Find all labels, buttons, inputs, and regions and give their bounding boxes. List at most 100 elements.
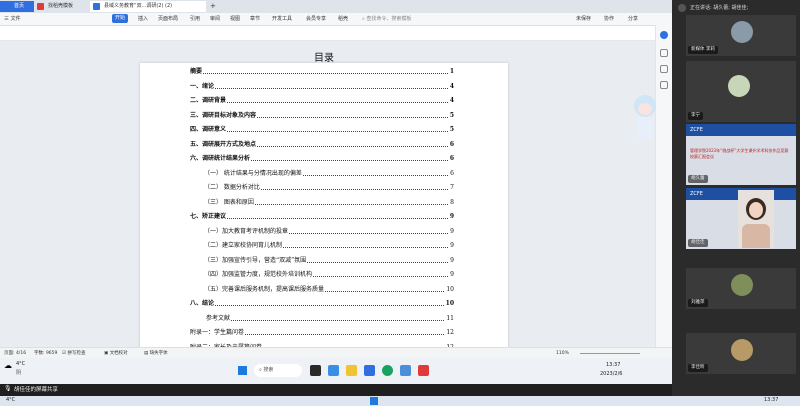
participant-tile[interactable]: 李佳昕: [686, 333, 796, 374]
toc-entry[interactable]: （三） 图表和原因 8: [140, 197, 508, 208]
toc-entry-title: （二）建立家校协同育儿机制: [204, 241, 284, 251]
settings-icon[interactable]: [660, 49, 668, 57]
document-page: 目录 摘要 1 一、绪论 4 二、调研背景 4 三、调研目标对象及内容 5 四、调研意义 5 五、调…: [140, 53, 508, 384]
start-button-icon[interactable]: [370, 397, 378, 405]
participant-name: 胡久蕾: [688, 175, 708, 183]
zoom-slider[interactable]: [580, 353, 640, 354]
toc-entry[interactable]: 三、调研目标对象及内容 5: [140, 110, 508, 121]
toc-entry[interactable]: 四、调研意义 5: [140, 125, 508, 135]
toc-entry-title: 五、调研展开方式及地点: [190, 139, 258, 150]
taskbar-search[interactable]: ⌕ 搜索: [254, 364, 302, 377]
toc-entry-title: 六、调研统计结果分析: [190, 154, 252, 164]
location-icon[interactable]: [660, 31, 668, 39]
menu-review[interactable]: 审阅: [210, 13, 220, 25]
menu-view[interactable]: 视图: [230, 13, 240, 25]
clock-date: 2023/2/6: [600, 371, 623, 377]
menu-chapter[interactable]: 章节: [250, 13, 260, 25]
toc-entry[interactable]: 参考文献 11: [140, 313, 508, 324]
tab-document[interactable]: 县域义务教育“双...调研(2) (2): [90, 1, 206, 12]
start-button-icon[interactable]: [238, 366, 247, 375]
taskbar-search-label: 搜索: [263, 367, 274, 373]
camera-video: [738, 190, 774, 248]
menu-insert[interactable]: 插入: [138, 13, 148, 25]
toc-entry[interactable]: 附录一：学生篇问卷 12: [140, 328, 508, 338]
toc-entry-title: 二、调研背景: [190, 96, 228, 106]
toc-entry-page: 4: [448, 81, 454, 92]
filter-icon[interactable]: [660, 81, 668, 89]
toc-entry-title: （一）加大教育考评机制的投章: [204, 226, 290, 237]
participant-tile[interactable]: 新媒体 李莉: [686, 15, 796, 56]
toc-entry[interactable]: 二、调研背景 4: [140, 96, 508, 106]
toc-entry-title: 附录一：学生篇问卷: [190, 328, 246, 338]
participant-tile[interactable]: ZCFE 管理学院2023年“挑战杯”大学生课外学术科技作品竞赛校赛汇报会议 胡…: [686, 124, 796, 185]
unsaved-status[interactable]: 未保存: [576, 13, 591, 25]
menu-references[interactable]: 引用: [190, 13, 200, 25]
weather-desc: 阴: [16, 370, 22, 376]
menu-layout[interactable]: 页面布局: [158, 13, 178, 25]
shared-screen: 首页 找稻壳模板 县域义务教育“双...调研(2) (2) + 三 文件 开始 …: [0, 0, 672, 384]
tab-docer-templates[interactable]: 找稻壳模板: [34, 1, 90, 12]
menu-file[interactable]: 三 文件: [4, 13, 21, 25]
toc-entry-page: 9: [449, 270, 454, 280]
toc-entry[interactable]: （二）建立家校协同育儿机制 9: [140, 241, 508, 251]
edit-icon[interactable]: [660, 65, 668, 73]
toc-entry-page: 7: [449, 183, 454, 193]
participant-tile[interactable]: 刘雅萍: [686, 268, 796, 309]
participant-name: 刘雅萍: [688, 299, 708, 307]
toc-entry[interactable]: 七、矫正建议 9: [140, 212, 508, 222]
toc-entry[interactable]: （三）加强宣传引导，营造“双减”氛围 9: [140, 255, 508, 266]
toc-entry[interactable]: （五）完善课后服务机制，提高课后服务质量 10: [140, 284, 508, 295]
toc-entry-page: 11: [445, 313, 454, 324]
toc-entry-title: 四、调研意义: [190, 125, 228, 135]
toc-entry[interactable]: 八、结论 10: [140, 299, 508, 309]
tab-home[interactable]: 首页: [0, 1, 34, 12]
browser-icon[interactable]: [382, 365, 393, 376]
tab-label: 找稻壳模板: [48, 3, 74, 9]
menu-bar: 三 文件 开始 插入 页面布局 引用 审阅 视图 章节 开发工具 会员专享 稻壳…: [0, 13, 672, 26]
toc-entry[interactable]: （二） 数据分析对比 7: [140, 183, 508, 193]
share-button[interactable]: 分享: [628, 13, 638, 25]
toc-entry[interactable]: （一）加大教育考评机制的投章 9: [140, 226, 508, 237]
taskbar-app-icon[interactable]: [328, 365, 339, 376]
toc-entry[interactable]: 六、调研统计结果分析 6: [140, 154, 508, 164]
bottom-taskbar: 4°C 13:37: [0, 396, 800, 406]
participant-tile[interactable]: 李宁: [686, 61, 796, 122]
toc-entry[interactable]: 一、绪论 4: [140, 81, 508, 92]
toc-entry-title: 一、绪论: [190, 81, 216, 92]
participant-tile[interactable]: ZCFE 胡佳佳: [686, 188, 796, 249]
toc-entry[interactable]: 摘要 1: [140, 67, 508, 77]
toc-entry-title: （一） 统计结果与分情况出现的偏差: [204, 168, 303, 179]
toc-entry-title: （五）完善课后服务机制，提高课后服务质量: [204, 284, 326, 295]
avatar: [731, 274, 753, 296]
meeting-app-icon[interactable]: [400, 365, 411, 376]
ribbon: [0, 26, 672, 41]
wps-icon[interactable]: [418, 365, 429, 376]
toc-entry[interactable]: （四）加强监管力度，规范校外培训机构 9: [140, 270, 508, 280]
mascot-image: [630, 95, 660, 145]
task-view-icon[interactable]: [310, 365, 321, 376]
menu-docer[interactable]: 稻壳: [338, 13, 348, 25]
slide-logo: ZCFE: [686, 124, 796, 136]
toc-entry[interactable]: 五、调研展开方式及地点 6: [140, 139, 508, 150]
menu-developer[interactable]: 开发工具: [272, 13, 292, 25]
toc-entry-title: 摘要: [190, 67, 204, 77]
toc-leader-dots: [190, 102, 452, 103]
folder-icon[interactable]: [346, 365, 357, 376]
menu-member[interactable]: 会员专享: [306, 13, 326, 25]
search-icon: ⌕: [259, 367, 262, 373]
word-doc-icon: [93, 3, 100, 10]
toc-leader-dots: [190, 305, 452, 306]
participant-name: 新媒体 李莉: [688, 46, 718, 54]
new-tab-button[interactable]: +: [208, 1, 218, 12]
mic-icon: 🎙: [4, 385, 12, 392]
mic-icon: [678, 4, 686, 12]
toc-entry-title: 参考文献: [206, 313, 232, 324]
store-icon[interactable]: [364, 365, 375, 376]
toc-entry[interactable]: （一） 统计结果与分情况出现的偏差 6: [140, 168, 508, 179]
menu-home[interactable]: 开始: [112, 14, 129, 23]
toc-entry-page: 6: [449, 168, 454, 179]
collaborate-button[interactable]: 协作: [604, 13, 614, 25]
side-tool-strip: [655, 25, 672, 347]
command-search[interactable]: ⌕ 查找命令、搜索模板: [362, 13, 411, 25]
toc-leader-dots: [206, 319, 452, 321]
